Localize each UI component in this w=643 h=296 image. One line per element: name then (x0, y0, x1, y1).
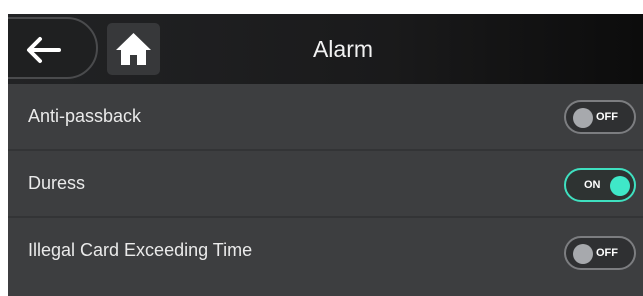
arrow-left-icon (27, 37, 61, 63)
setting-row-anti-passback: Anti-passback OFF (8, 84, 643, 149)
setting-label-duress: Duress (28, 173, 86, 193)
toggle-knob (573, 244, 593, 264)
anti-passback-toggle[interactable]: OFF (564, 100, 636, 134)
toggle-state-text: OFF (596, 111, 618, 123)
setting-row-illegal-card-exceeding-time: Illegal Card Exceeding Time OFF (8, 218, 643, 283)
illegal-card-exceeding-time-toggle[interactable]: OFF (564, 236, 636, 270)
setting-label-anti-passback: Anti-passback (28, 106, 142, 126)
toggle-state-text: ON (584, 179, 601, 191)
back-button[interactable] (8, 17, 98, 79)
home-button[interactable] (107, 23, 160, 75)
duress-toggle[interactable]: ON (564, 168, 636, 202)
toggle-knob (573, 108, 593, 128)
setting-label-illegal-card-exceeding-time: Illegal Card Exceeding Time (28, 240, 253, 260)
alarm-screen: Alarm Anti-passback OFF Duress ON Illega… (8, 14, 643, 296)
page-title: Alarm (312, 36, 374, 62)
header-bar: Alarm (8, 14, 643, 84)
toggle-state-text: OFF (596, 247, 618, 259)
setting-row-duress: Duress ON (8, 151, 643, 216)
toggle-knob (610, 176, 630, 196)
home-icon (116, 33, 151, 65)
